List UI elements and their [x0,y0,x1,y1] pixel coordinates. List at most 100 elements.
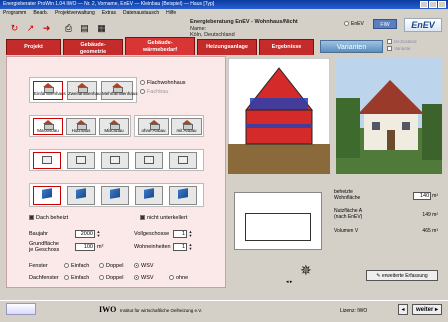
menu-datenaustausch[interactable]: Datenaustausch [123,9,159,17]
house-icon [148,120,160,130]
fiw-button[interactable]: FIW [373,19,397,29]
varianten-button[interactable]: Varianten [320,40,383,53]
variante-check[interactable]: Variante [387,45,417,52]
save-icon[interactable]: ➜ [40,22,53,34]
ist-zustand-check[interactable]: Ist-Zustand [387,38,417,45]
building-type-group: Einfamilienhaus Zweifamilienhaus Mehrfam… [29,77,138,103]
roof-type-2-button[interactable] [67,186,95,205]
mit-anbau-button[interactable]: mit Anbau [171,118,202,135]
minimize-button[interactable] [420,1,428,8]
side-checks: Ist-Zustand Variante [387,38,417,52]
fenster-wsv-radio[interactable]: WSV [134,263,154,269]
tab-gebaeudewaermebedarf[interactable]: Gebäude- wärmebedarf [125,37,195,55]
dachfenster-wsv-radio[interactable]: WSV [134,275,154,281]
shape-z-button[interactable] [169,152,197,169]
massivbau-button[interactable]: Massivbau [33,118,63,135]
nicht-unterkellert-check[interactable]: nicht unterkellert [140,215,187,221]
partner-logo [6,303,36,315]
mischbau-button[interactable]: Mischbau [99,118,129,135]
calculator-icon[interactable]: ▦ [95,22,108,34]
shape-l-button[interactable] [67,152,95,169]
enev-radio[interactable] [344,21,349,27]
tree-left [336,98,360,158]
menu-bearbeiten[interactable]: Bearb. [33,9,48,17]
floor-band [246,124,312,128]
fachbau-radio[interactable]: Fachbau [140,88,186,97]
new-icon[interactable]: ↻ [8,22,21,34]
mehrfamilienhaus-button[interactable]: Mehrfamilienhaus [101,81,138,100]
edit-icon: ✎ [376,273,381,279]
maximize-button[interactable] [429,1,437,8]
holzhaus-button[interactable]: Holzhaus [66,118,96,135]
z-shape-icon [178,156,188,164]
t-shape-icon [110,156,120,164]
dachfenster-label: Dachfenster [29,275,59,281]
volumen-label: Volumen V [334,228,359,234]
dachfenster-doppel-radio[interactable]: Doppel [99,275,123,281]
house-icon [109,120,120,130]
flachwohnhaus-radio[interactable]: Flachwohnhaus [140,79,186,88]
baujahr-label: Baujahr [29,231,48,237]
wohneinheiten-spinner[interactable]: ▲ ▼ [188,243,193,251]
company-logo: IWO [99,305,117,314]
rotate-arrows[interactable]: ◂ ▸ [286,279,292,285]
vollgeschosse-field[interactable]: 1 [173,230,187,238]
annex-group: ohne Anbau mit Anbau [134,115,204,137]
menu-programm[interactable]: Programm [3,9,26,17]
title-bar: Energieberater ProWin 1.04 IWO — Nr. 2, … [0,0,448,9]
shape-u-button[interactable] [135,152,163,169]
menu-bar: Programm Bearb. Projektverwaltung Extras… [0,9,448,17]
roof-pent-icon [76,188,86,199]
rectangle-icon [42,156,52,164]
tab-projekt[interactable]: Projekt [6,39,61,55]
roof-type-3-button[interactable] [101,186,129,205]
print-icon[interactable]: ⎙ [62,22,75,34]
ohne-anbau-button[interactable]: ohne Anbau [138,118,169,135]
roof-type-1-button[interactable] [33,186,61,205]
volumen-row: Volumen V 465 m³ [334,228,438,234]
dachfenster-einfach-radio[interactable]: Einfach [64,275,89,281]
menu-extras[interactable]: Extras [102,9,116,17]
beheizte-field[interactable]: 140 [413,191,432,200]
photo-window-2 [402,122,410,130]
shape-rect-button[interactable] [33,152,61,169]
baujahr-spinner[interactable]: ▲ ▼ [96,230,101,238]
wohneinheiten-field[interactable]: 1 [173,243,187,251]
floorplan-outline [245,213,311,241]
print-preview-icon[interactable]: ▤ [78,22,91,34]
close-button[interactable] [438,1,446,8]
baujahr-field[interactable]: 2000 [75,230,95,238]
window-controls [420,1,446,8]
mode-enev[interactable]: EnEV [344,21,364,27]
roof-type-5-button[interactable] [169,186,197,205]
vollgeschosse-spinner[interactable]: ▲ ▼ [188,230,193,238]
photo-door [387,130,395,150]
photo-window-1 [372,122,380,130]
weiter-button[interactable]: weiter ▸ [412,304,442,315]
building-schematic [228,58,330,174]
menu-hilfe[interactable]: Hilfe [166,9,176,17]
beheizte-row: beheizte Wohnfläche 140 m² [334,189,438,201]
tab-ergebnisse[interactable]: Ergebnisse [259,39,314,55]
open-icon[interactable]: ↗ [24,22,37,34]
house-icon [43,120,54,130]
fenster-einfach-radio[interactable]: Einfach [64,263,89,269]
dach-beheizt-check[interactable]: Dach beheizt [29,215,68,221]
window-title: Energieberater ProWin 1.04 IWO — Nr. 2, … [3,1,215,7]
ground [228,144,330,174]
fenster-doppel-radio[interactable]: Doppel [99,263,123,269]
tab-heizungsanlage[interactable]: Heizungsanlage [197,39,257,55]
zweifamilienhaus-button[interactable]: Zweifamilienhaus [67,81,103,100]
vollgeschosse-label: Vollgeschosse [134,231,170,237]
tab-gebaeudegeometrie[interactable]: Gebäude- geometrie [63,39,123,55]
back-button[interactable]: ◂ [398,304,408,315]
grundflaeche-field[interactable]: 100 [75,243,95,251]
menu-projektverwaltung[interactable]: Projektverwaltung [55,9,95,17]
shape-t-button[interactable] [101,152,129,169]
dachfenster-ohne-radio[interactable]: ohne [169,275,188,281]
status-bar [0,300,448,322]
roof-type-4-button[interactable] [135,186,163,205]
roof-flat-icon [42,188,52,199]
erweiterte-erfassung-button[interactable]: ✎ erweiterte Erfassung [366,270,438,281]
einfamilienhaus-button[interactable]: Einfamilienhaus [33,81,66,100]
